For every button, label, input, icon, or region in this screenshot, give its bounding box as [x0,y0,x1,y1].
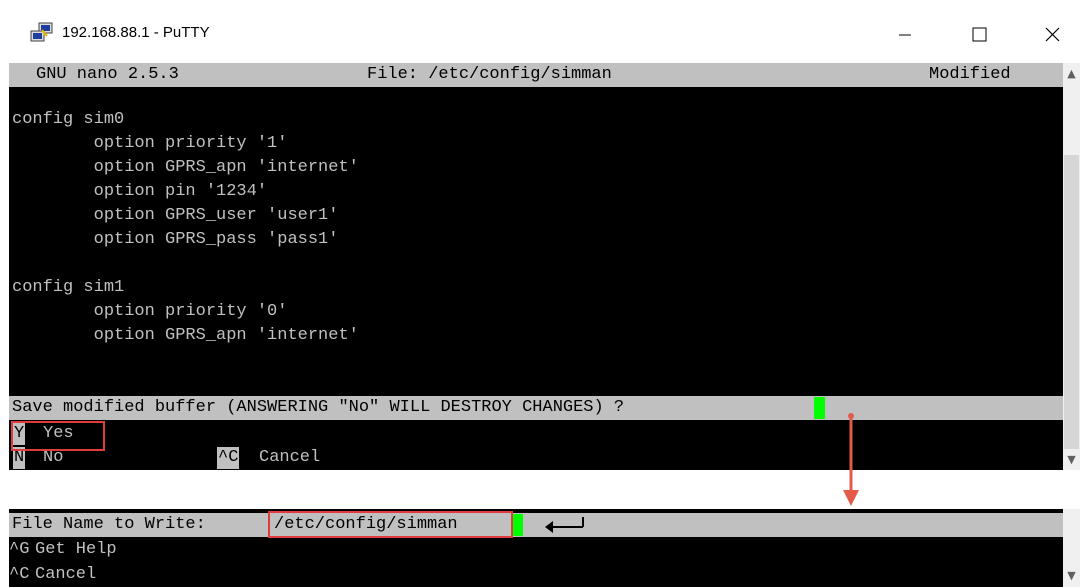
maximize-button[interactable] [957,12,1001,56]
red-arrow-icon [843,413,859,506]
save-prompt-bar: Save modified buffer (ANSWERING "No" WIL… [9,396,1063,420]
write-prompt-bar: File Name to Write: /etc/config/simman [9,513,1063,537]
nano-modified-status: Modified [929,65,1011,84]
terminal-cursor [814,397,825,419]
text-line[interactable]: option priority '0' [12,300,288,324]
close-icon [1045,27,1060,42]
minimize-button[interactable] [883,12,927,56]
save-prompt-text: Save modified buffer (ANSWERING "No" WIL… [12,398,635,417]
write-prompt-label: File Name to Write: [12,515,217,534]
shortcut-key-cancel[interactable]: ^C [9,564,29,586]
nano-header-bar: GNU nano 2.5.3 File: /etc/config/simman … [9,63,1063,87]
terminal-area[interactable]: GNU nano 2.5.3 File: /etc/config/simman … [9,63,1063,470]
text-line[interactable]: option pin '1234' [12,180,267,204]
terminal-scrollbar[interactable]: ▲ ▼ [1063,63,1080,470]
filename-highlight [268,511,513,538]
option-label-cancel[interactable]: Cancel [259,446,320,470]
putty-window: 192.168.88.1 - PuTTY GNU nano 2.5.3 File… [0,0,1080,470]
text-line[interactable]: option GPRS_apn 'internet' [12,156,359,180]
write-prompt-panel[interactable]: File Name to Write: /etc/config/simman ^… [9,509,1063,587]
terminal-cursor [512,514,523,536]
window-title: 192.168.88.1 - PuTTY [62,24,210,41]
minimize-icon [899,34,911,36]
text-line[interactable]: option GPRS_user 'user1' [12,204,339,228]
option-key-cancel[interactable]: ^C [217,447,240,469]
scroll-down-icon[interactable]: ▼ [1065,453,1078,466]
close-button[interactable] [1030,12,1074,56]
scroll-down-icon[interactable]: ▼ [1065,569,1078,582]
nano-file-name: File: /etc/config/simman [367,65,612,84]
text-line[interactable]: option priority '1' [12,132,288,156]
write-panel-scrollbar[interactable]: ▼ [1063,509,1080,587]
shortcut-key-help[interactable]: ^G [9,539,29,561]
maximize-icon [972,27,987,42]
enter-key-icon [545,517,584,533]
nano-version: GNU nano 2.5.3 [36,65,179,84]
text-line[interactable]: option GPRS_apn 'internet' [12,324,359,348]
text-line[interactable]: config sim1 [12,276,124,300]
scroll-thumb[interactable] [1064,155,1079,449]
scroll-up-icon[interactable]: ▲ [1065,67,1078,80]
shortcut-label-help[interactable]: Get Help [35,538,117,562]
putty-app-icon[interactable] [30,22,54,44]
yes-option-highlight [11,421,105,451]
text-line[interactable]: config sim0 [12,108,124,132]
title-bar[interactable]: 192.168.88.1 - PuTTY [0,0,1080,64]
text-line[interactable]: option GPRS_pass 'pass1' [12,228,339,252]
shortcut-label-cancel[interactable]: Cancel [35,563,96,587]
